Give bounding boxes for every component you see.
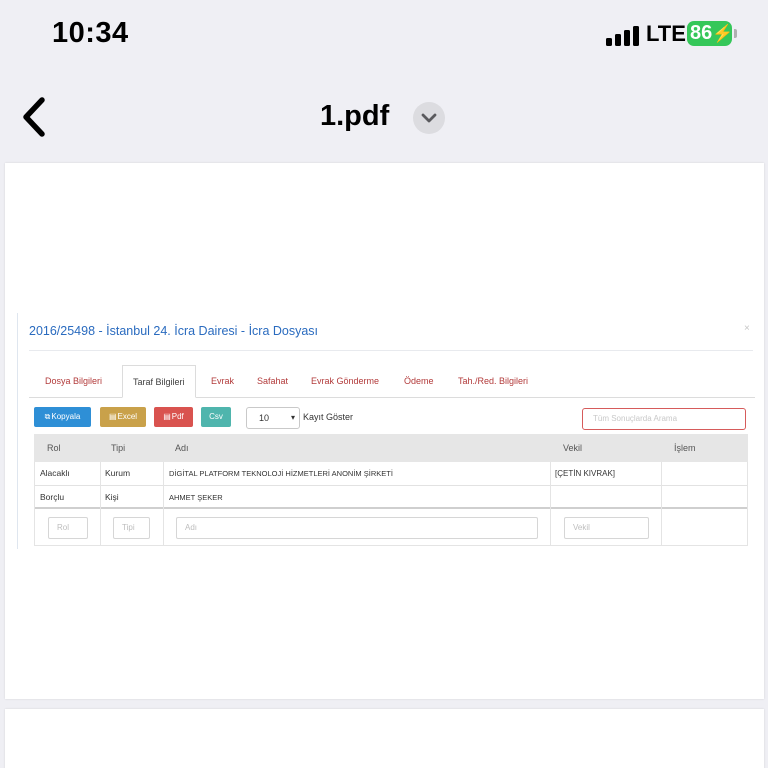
cell-vekil: [ÇETİN KIVRAK] [555, 469, 616, 478]
tab-evrak-gonderme: Evrak Gönderme [311, 376, 380, 386]
file-pdf-icon: ▤ [163, 412, 171, 421]
battery-nub [734, 29, 737, 38]
cell-tipi: Kurum [105, 468, 131, 478]
column-divider [163, 462, 164, 545]
cell-adi: DİGİTAL PLATFORM TEKNOLOJİ HİZMETLERİ AN… [169, 469, 393, 478]
chevron-down-icon: ▾ [290, 413, 295, 422]
battery-icon: 86⚡ [687, 21, 733, 46]
document-title[interactable]: 1.pdf [320, 100, 389, 133]
copy-label: Kopyala [51, 412, 81, 421]
doc-border [17, 313, 18, 549]
chevron-down-icon [421, 113, 437, 123]
file-heading: 2016/25498 - İstanbul 24. İcra Dairesi -… [29, 324, 319, 338]
signal-icon [606, 24, 640, 46]
excel-button: ▤Excel [100, 407, 146, 427]
file-excel-icon: ▤ [108, 412, 117, 421]
page-size-select: 10 ▾ [246, 407, 300, 429]
back-button[interactable] [18, 94, 58, 140]
tab-bar: Dosya Bilgileri Taraf Bilgileri Evrak Sa… [29, 365, 755, 398]
tab-dosya-bilgileri: Dosya Bilgileri [45, 376, 103, 386]
copy-icon: ⧉ [44, 412, 51, 421]
cell-rol: Borçlu [40, 492, 65, 502]
close-icon: × [744, 323, 750, 334]
column-divider [34, 462, 35, 545]
csv-label: Csv [209, 412, 223, 421]
excel-label: Excel [117, 412, 138, 421]
filter-row: Rol Tipi Adı Vekil [34, 509, 748, 545]
column-divider [747, 462, 748, 545]
pdf-page[interactable] [5, 709, 764, 768]
battery-level: 86 [690, 22, 713, 44]
network-type: LTE [646, 21, 686, 46]
pdf-button: ▤Pdf [154, 407, 193, 427]
column-header-vekil: Vekil [563, 443, 583, 453]
filter-rol: Rol [48, 517, 88, 539]
filter-vekil: Vekil [564, 517, 649, 539]
pdf-page[interactable]: × 2016/25498 - İstanbul 24. İcra Dairesi… [5, 163, 764, 699]
embedded-screenshot: × 2016/25498 - İstanbul 24. İcra Dairesi… [17, 313, 755, 549]
nav-bar: 1.pdf [0, 80, 768, 156]
cell-rol: Alacaklı [40, 468, 70, 478]
csv-button: Csv [201, 407, 231, 427]
table-bottom-border [34, 545, 748, 546]
copy-button: ⧉Kopyala [34, 407, 91, 427]
column-divider [661, 462, 662, 545]
column-header-rol: Rol [47, 443, 61, 453]
status-bar: 10:34 LTE 86⚡ [0, 0, 768, 70]
table-header: Rol Tipi Adı Vekil İşlem [34, 434, 748, 462]
tab-taraf-bilgileri: Taraf Bilgileri [122, 365, 196, 398]
page-size-label: Kayıt Göster [303, 412, 354, 422]
search-input: Tüm Sonuçlarda Arama [582, 408, 746, 430]
chevron-left-icon [23, 97, 45, 137]
status-time: 10:34 [52, 17, 129, 49]
tab-evrak: Evrak [211, 376, 235, 386]
tab-safahat: Safahat [257, 376, 289, 386]
cell-tipi: Kişi [105, 492, 119, 502]
cell-adi: AHMET ŞEKER [169, 493, 223, 502]
column-divider [100, 462, 101, 545]
filter-tipi: Tipi [113, 517, 150, 539]
pdf-label: Pdf [171, 412, 184, 421]
column-header-adi: Adı [175, 443, 189, 453]
page-size-value: 10 [259, 413, 270, 423]
filter-adi: Adı [176, 517, 538, 539]
table-row: Borçlu Kişi AHMET ŞEKER [34, 486, 748, 509]
column-divider [550, 462, 551, 545]
column-header-islem: İşlem [674, 443, 696, 453]
column-header-tipi: Tipi [111, 443, 126, 453]
title-menu-button[interactable] [413, 102, 445, 134]
tab-odeme: Ödeme [404, 376, 434, 386]
tab-tah-red-bilgileri: Tah./Red. Bilgileri [458, 376, 529, 386]
table-row: Alacaklı Kurum DİGİTAL PLATFORM TEKNOLOJ… [34, 462, 748, 486]
divider [29, 350, 753, 351]
